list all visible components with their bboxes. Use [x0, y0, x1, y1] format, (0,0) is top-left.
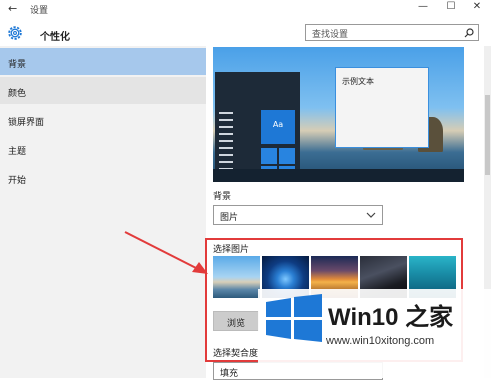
back-arrow-icon[interactable]: ←: [8, 2, 17, 15]
background-dropdown[interactable]: 图片: [213, 205, 383, 225]
sidebar-item-label: 颜色: [8, 89, 27, 99]
sidebar-item-label: 锁屏界面: [8, 118, 45, 128]
maximize-icon[interactable]: ☐: [444, 1, 458, 12]
minimize-icon[interactable]: —: [416, 1, 430, 12]
search-icon[interactable]: [464, 28, 474, 38]
close-icon[interactable]: ✕: [470, 1, 484, 12]
sidebar: 背景 颜色 锁屏界面 主题 开始: [0, 46, 206, 378]
gear-icon: [8, 26, 22, 40]
scrollbar-thumb[interactable]: [485, 95, 490, 175]
windows-logo-icon: [266, 294, 322, 342]
fit-label: 选择契合度: [213, 349, 259, 359]
chevron-down-icon: [366, 212, 376, 218]
sidebar-item-themes[interactable]: 主题: [0, 135, 206, 162]
sidebar-item-label: 背景: [8, 60, 27, 70]
preview-window-text: 示例文本: [342, 77, 374, 86]
preview-window: 示例文本: [335, 67, 429, 148]
preview-tile: [261, 148, 277, 164]
sidebar-item-label: 主题: [8, 147, 27, 157]
background-label: 背景: [213, 192, 232, 202]
preview-tile: [279, 148, 295, 164]
watermark-brand: Win10 之家: [328, 304, 454, 331]
background-dropdown-value: 图片: [220, 213, 239, 223]
sidebar-item-start[interactable]: 开始: [0, 164, 206, 191]
search-input[interactable]: 查找设置: [305, 24, 479, 41]
preview-taskbar: [213, 169, 464, 182]
browse-button-label: 浏览: [226, 319, 245, 329]
sidebar-item-lock-screen[interactable]: 锁屏界面: [0, 106, 206, 133]
watermark: Win10 之家 www.win10xitong.com: [258, 289, 491, 378]
sidebar-item-label: 开始: [8, 176, 27, 186]
page-title: 个性化: [40, 32, 70, 43]
thumbnail-beach[interactable]: [213, 256, 260, 298]
sidebar-item-colors[interactable]: 颜色: [0, 77, 206, 104]
search-placeholder: 查找设置: [312, 30, 349, 40]
choose-picture-label: 选择图片: [213, 245, 250, 255]
background-preview: Aa 示例文本: [213, 47, 464, 182]
sidebar-item-background[interactable]: 背景: [0, 48, 206, 75]
window-title: 设置: [30, 6, 49, 16]
preview-tile: Aa: [261, 110, 295, 144]
watermark-url: www.win10xitong.com: [326, 335, 435, 347]
fit-dropdown-value: 填充: [220, 369, 239, 379]
preview-start-menu: Aa: [215, 72, 300, 182]
browse-button[interactable]: 浏览: [213, 311, 259, 331]
annotation-arrow-icon: [124, 231, 208, 274]
